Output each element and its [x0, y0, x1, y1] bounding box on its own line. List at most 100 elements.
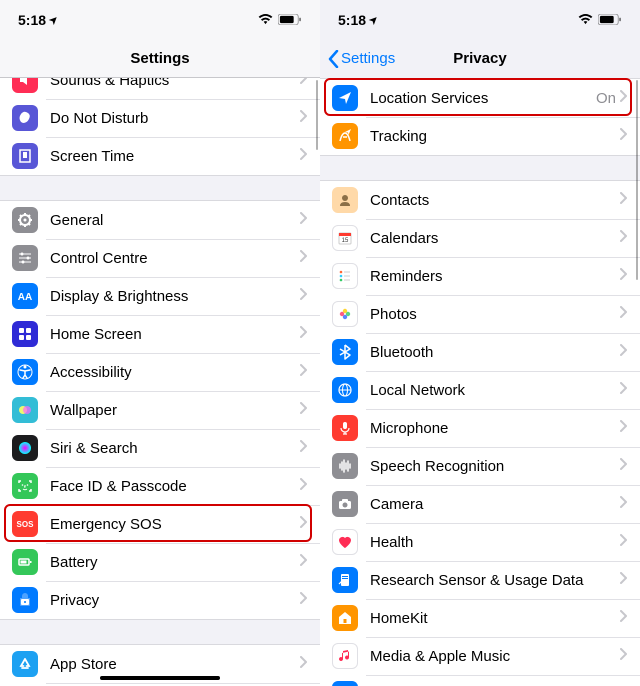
row-label: Screen Time [50, 148, 300, 165]
row-display-brightness[interactable]: AADisplay & Brightness [0, 277, 320, 315]
row-home-screen[interactable]: Home Screen [0, 315, 320, 353]
research-icon [332, 567, 358, 593]
scrollbar[interactable] [316, 80, 319, 150]
localnetwork-icon [332, 377, 358, 403]
row-battery[interactable]: Battery [0, 543, 320, 581]
row-label: Wallpaper [50, 402, 300, 419]
chevron-right-icon [620, 647, 628, 665]
row-files-folders[interactable]: Files and Folders [320, 675, 640, 686]
row-sounds-haptics[interactable]: Sounds & Haptics [0, 78, 320, 99]
svg-text:15: 15 [342, 238, 349, 244]
chevron-right-icon [300, 553, 308, 571]
row-homekit[interactable]: HomeKit [320, 599, 640, 637]
chevron-right-icon [620, 495, 628, 513]
back-button[interactable]: Settings [328, 50, 395, 68]
chevron-right-icon [300, 401, 308, 419]
appstore-icon [12, 651, 38, 677]
row-accessibility[interactable]: Accessibility [0, 353, 320, 391]
row-photos[interactable]: Photos [320, 295, 640, 333]
nav-bar: Settings [0, 40, 320, 78]
row-label: Contacts [370, 192, 620, 209]
row-reminders[interactable]: Reminders [320, 257, 640, 295]
svg-text:AA: AA [18, 292, 32, 303]
row-label: Home Screen [50, 326, 300, 343]
row-label: General [50, 212, 300, 229]
row-emergency-sos[interactable]: SOSEmergency SOS [0, 505, 320, 543]
chevron-right-icon [300, 515, 308, 533]
general-icon [12, 207, 38, 233]
battery-icon [12, 549, 38, 575]
row-media-apple-music[interactable]: Media & Apple Music [320, 637, 640, 675]
row-calendars[interactable]: 15Calendars [320, 219, 640, 257]
tracking-icon [332, 123, 358, 149]
row-health[interactable]: Health [320, 523, 640, 561]
chevron-right-icon [620, 191, 628, 209]
contacts-icon [332, 187, 358, 213]
location-arrow-icon: ➤ [367, 13, 381, 27]
row-label: Control Centre [50, 250, 300, 267]
row-research-sensor[interactable]: Research Sensor & Usage Data [320, 561, 640, 599]
screentime-icon [12, 143, 38, 169]
row-label: Privacy [50, 592, 300, 609]
privacy-screen: 5:18 ➤ Settings Privacy Location Service… [320, 0, 640, 686]
row-label: Sounds & Haptics [50, 78, 300, 89]
row-screen-time[interactable]: Screen Time [0, 137, 320, 175]
row-label: Research Sensor & Usage Data [370, 572, 620, 589]
privacy-list[interactable]: Location ServicesOnTracking Contacts 15Cal… [320, 78, 640, 686]
wifi-icon [258, 12, 273, 28]
camera-icon [332, 491, 358, 517]
row-bluetooth[interactable]: Bluetooth [320, 333, 640, 371]
row-control-centre[interactable]: Control Centre [0, 239, 320, 277]
chevron-right-icon [620, 267, 628, 285]
chevron-right-icon [620, 609, 628, 627]
homekit-icon [332, 605, 358, 631]
controlcentre-icon [12, 245, 38, 271]
battery-icon [598, 12, 622, 28]
chevron-right-icon [300, 439, 308, 457]
row-microphone[interactable]: Microphone [320, 409, 640, 447]
row-general[interactable]: General [0, 201, 320, 239]
chevron-right-icon [620, 419, 628, 437]
chevron-right-icon [620, 457, 628, 475]
dnd-icon [12, 105, 38, 131]
chevron-right-icon [620, 533, 628, 551]
chevron-right-icon [300, 477, 308, 495]
chevron-right-icon [300, 211, 308, 229]
row-speech-recognition[interactable]: Speech Recognition [320, 447, 640, 485]
row-privacy[interactable]: Privacy [0, 581, 320, 619]
status-bar: 5:18 ➤ [0, 0, 320, 40]
chevron-right-icon [300, 287, 308, 305]
chevron-right-icon [620, 571, 628, 589]
row-wallpaper[interactable]: Wallpaper [0, 391, 320, 429]
row-location-services[interactable]: Location ServicesOn [320, 79, 640, 117]
siri-icon [12, 435, 38, 461]
row-contacts[interactable]: Contacts [320, 181, 640, 219]
display-icon: AA [12, 283, 38, 309]
row-label: Camera [370, 496, 620, 513]
row-label: Siri & Search [50, 440, 300, 457]
microphone-icon [332, 415, 358, 441]
row-camera[interactable]: Camera [320, 485, 640, 523]
home-indicator[interactable] [100, 676, 220, 680]
settings-list[interactable]: Sounds & Haptics Do Not Disturb Screen Tim… [0, 78, 320, 686]
wifi-icon [578, 12, 593, 28]
row-label: Bluetooth [370, 344, 620, 361]
row-label: Face ID & Passcode [50, 478, 300, 495]
reminders-icon [332, 263, 358, 289]
location-arrow-icon: ➤ [47, 13, 61, 27]
row-local-network[interactable]: Local Network [320, 371, 640, 409]
chevron-right-icon [300, 655, 308, 673]
row-label: Emergency SOS [50, 516, 300, 533]
row-tracking[interactable]: Tracking [320, 117, 640, 155]
row-label: HomeKit [370, 610, 620, 627]
scrollbar[interactable] [636, 80, 639, 280]
health-icon [332, 529, 358, 555]
back-label: Settings [341, 50, 395, 67]
row-do-not-disturb[interactable]: Do Not Disturb [0, 99, 320, 137]
row-label: Photos [370, 306, 620, 323]
row-label: Do Not Disturb [50, 110, 300, 127]
row-siri-search[interactable]: Siri & Search [0, 429, 320, 467]
row-faceid-passcode[interactable]: Face ID & Passcode [0, 467, 320, 505]
chevron-right-icon [300, 78, 308, 89]
row-value: On [596, 90, 616, 107]
